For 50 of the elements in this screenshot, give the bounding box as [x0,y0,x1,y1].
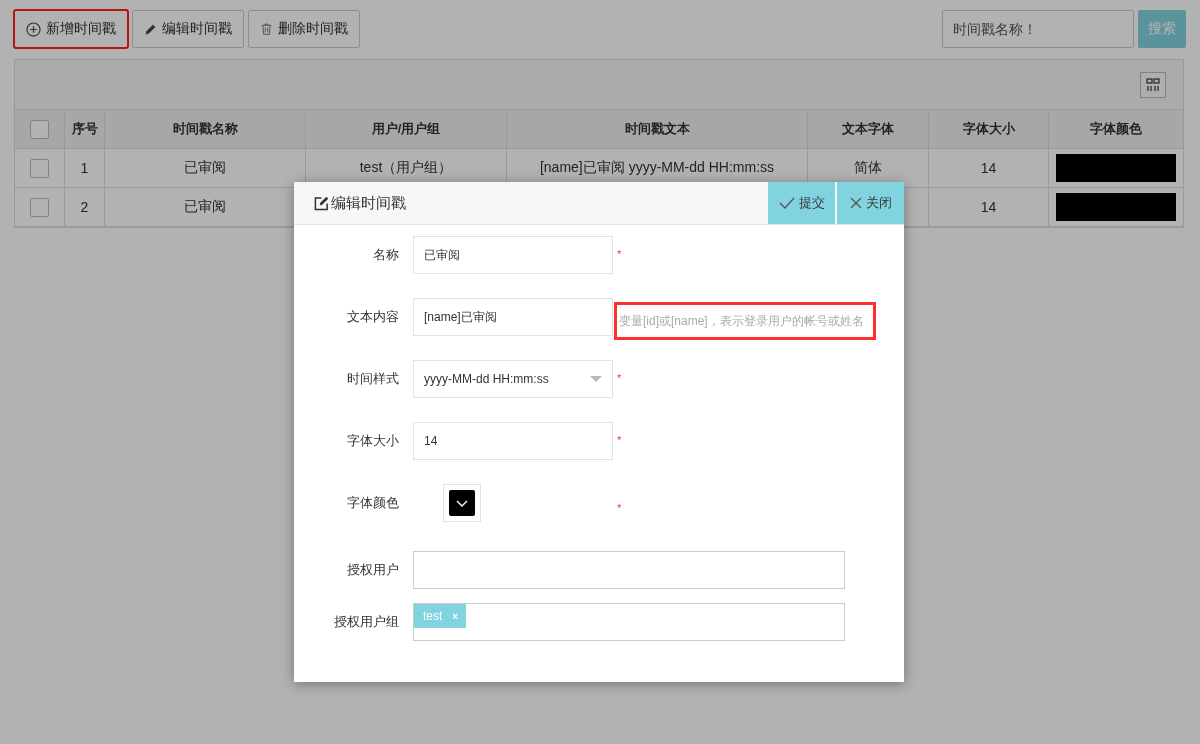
tag-field[interactable] [413,551,845,589]
table-cell: 14 [929,188,1049,227]
toolbar-button[interactable]: 编辑时间戳 [132,10,244,48]
dialog-button[interactable]: 提交 [768,182,835,224]
column-header: 序号 [65,110,105,149]
dropdown-arrow-icon [590,376,602,382]
field-label: 名称 [372,246,399,264]
required-mark: * [617,371,622,384]
text-field[interactable]: 已审阅 [413,236,613,274]
toolbar-button[interactable]: 新增时间戳 [14,10,128,48]
required-mark: * [617,247,622,260]
field-hint: 变量[id]或[name]，表示登录用户的帐号或姓名 [614,302,876,340]
field-label: 字体大小 [346,432,399,450]
field-label: 授权用户 [346,561,399,579]
search-field[interactable]: 时间戳名称！ [942,10,1134,48]
column-header: 时间戳文本 [507,110,808,149]
checkbox[interactable] [30,158,49,178]
column-header: 时间戳名称 [105,110,306,149]
columns-button[interactable] [1140,71,1166,98]
text-field[interactable]: [name]已审阅 [413,298,613,336]
pencil-icon [144,22,157,36]
column-header: 文本字体 [808,110,929,149]
required-mark: * [617,433,622,446]
chevron-down-icon [456,499,468,507]
field-label: 文本内容 [346,308,399,326]
table-cell: 1 [65,149,105,188]
color-picker[interactable] [443,484,481,522]
trash-icon [260,22,273,36]
checkbox[interactable] [30,197,49,217]
field-label: 时间样式 [346,370,399,388]
table-cell: 2 [65,188,105,227]
select-field[interactable]: yyyy-MM-dd HH:mm:ss [413,360,613,398]
toolbar-button[interactable]: 删除时间戳 [248,10,360,48]
field-label: 授权用户组 [333,613,399,631]
checkbox[interactable] [30,119,49,139]
column-header: 用户/用户组 [306,110,507,149]
dialog-title: 编辑时间戳 [331,193,406,213]
column-header: 字体大小 [929,110,1049,149]
field-label: 字体颜色 [346,494,399,512]
dialog-button[interactable]: 关闭 [837,182,904,224]
column-header: 字体颜色 [1049,110,1184,149]
edit-icon [314,195,329,211]
columns-icon [1146,77,1160,92]
tag-label: test [423,609,443,623]
close-icon [849,197,862,209]
table-cell: 14 [929,149,1049,188]
check-icon [778,197,795,209]
text-field[interactable]: 14 [413,422,613,460]
plus-circle-icon [26,21,41,37]
required-mark: * [617,501,622,514]
